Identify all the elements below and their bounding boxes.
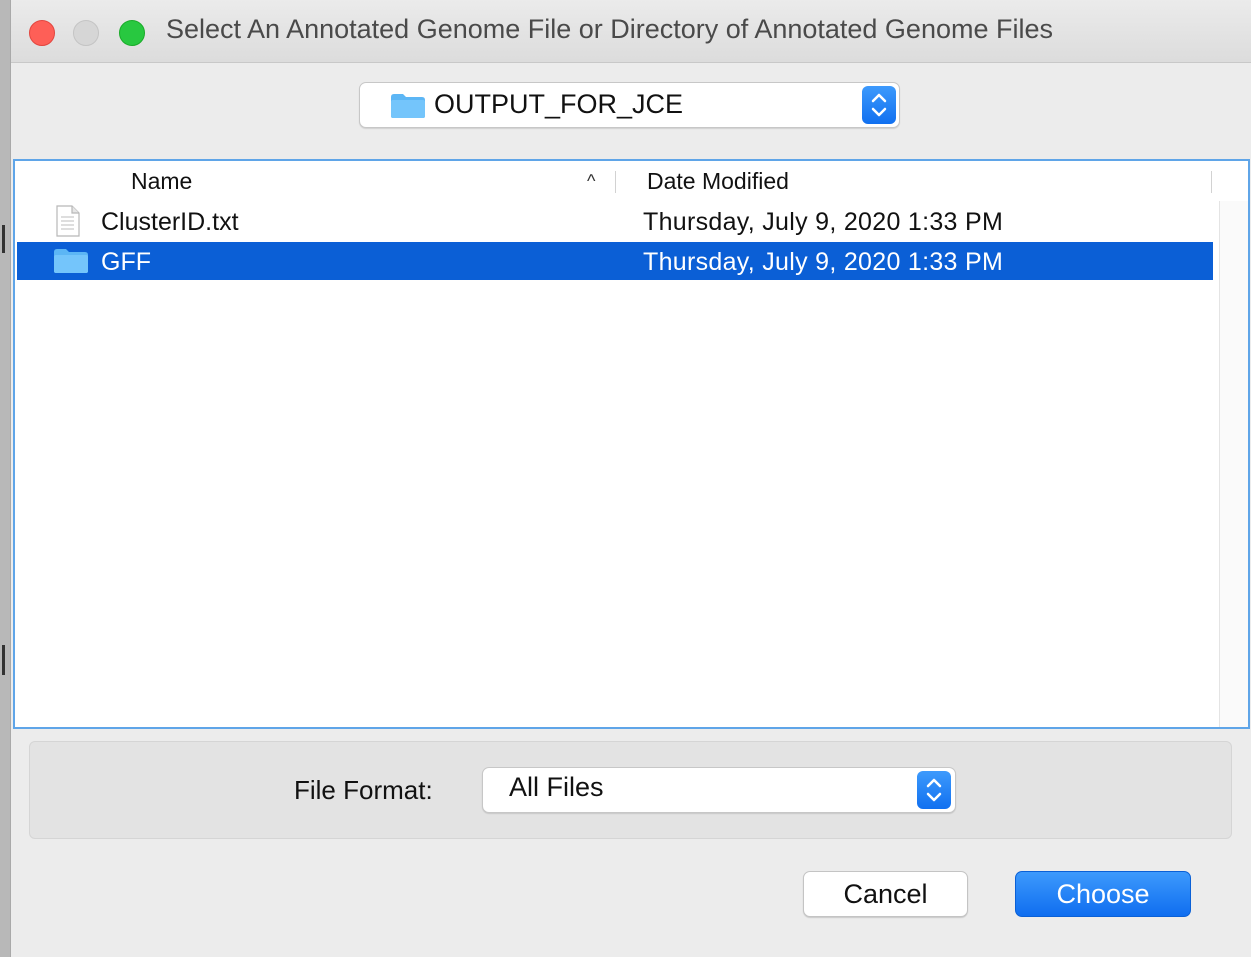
file-row-gff[interactable]: GFF Thursday, July 9, 2020 1:33 PM [17,242,1213,280]
file-date-modified: Thursday, July 9, 2020 1:33 PM [643,208,1004,236]
choose-button[interactable]: Choose [1015,871,1191,917]
zoom-window-button[interactable] [119,20,145,46]
sort-ascending-icon[interactable]: ^ [587,171,595,192]
file-format-stepper[interactable] [917,771,951,809]
chevron-up-down-icon [926,778,942,802]
column-header-name[interactable]: Name [131,168,192,195]
location-stepper[interactable] [862,86,896,124]
minimize-window-button[interactable] [73,20,99,46]
close-window-button[interactable] [29,20,55,46]
column-divider[interactable] [1211,171,1212,193]
file-name: GFF [101,248,151,276]
file-date-modified: Thursday, July 9, 2020 1:33 PM [643,248,1004,276]
background-window-edge [2,225,5,253]
cancel-button[interactable]: Cancel [803,871,968,917]
column-header-date-modified[interactable]: Date Modified [647,168,789,195]
location-label: OUTPUT_FOR_JCE [434,89,684,119]
file-chooser-dialog: Select An Annotated Genome File or Direc… [10,0,1251,957]
file-format-label: File Format: [294,775,433,805]
folder-icon [53,248,89,279]
folder-icon [390,93,426,124]
file-format-value: All Files [509,772,604,802]
chevron-up-down-icon [871,93,887,117]
column-divider[interactable] [615,171,616,193]
text-file-icon [55,205,81,242]
column-header: Name ^ Date Modified [15,161,1248,201]
file-row-clusterid[interactable]: ClusterID.txt Thursday, July 9, 2020 1:3… [17,202,1213,240]
file-list[interactable]: Name ^ Date Modified ClusterID.txt Thurs… [13,159,1250,729]
location-dropdown[interactable]: OUTPUT_FOR_JCE [359,82,900,128]
title-bar: Select An Annotated Genome File or Direc… [11,0,1251,63]
file-format-dropdown[interactable]: All Files [482,767,956,813]
window-title: Select An Annotated Genome File or Direc… [166,14,1053,44]
file-format-panel: File Format: All Files [29,741,1232,839]
background-window-edge [2,645,5,675]
vertical-scrollbar[interactable] [1219,201,1248,727]
file-name: ClusterID.txt [101,208,239,236]
